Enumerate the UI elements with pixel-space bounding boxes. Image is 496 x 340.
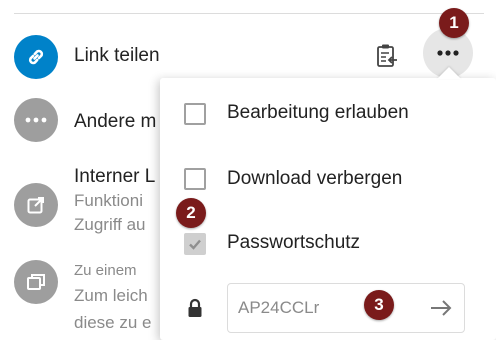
- lock-icon: [187, 298, 203, 323]
- password-protect-checkbox[interactable]: [184, 233, 206, 255]
- copy-to-clipboard-button[interactable]: [374, 42, 400, 70]
- other-shares-label[interactable]: Andere m: [74, 111, 156, 133]
- password-submit-button[interactable]: [428, 295, 454, 321]
- window-icon[interactable]: [14, 260, 58, 304]
- clipboard-icon: [377, 44, 397, 67]
- separator-line: [14, 13, 484, 14]
- more-icon[interactable]: [14, 98, 58, 142]
- step-badge-2: 2: [176, 198, 206, 228]
- step-badge-1: 1: [439, 8, 469, 38]
- popover-arrow: [437, 67, 461, 79]
- hide-download-checkbox[interactable]: [184, 168, 206, 190]
- link-icon[interactable]: [14, 35, 58, 79]
- info-line2: Zum leich: [74, 286, 148, 305]
- internal-link-title: Interner L: [74, 166, 156, 187]
- internal-link-desc-line1: Funktioni: [74, 191, 143, 210]
- share-link-label[interactable]: Link teilen: [74, 45, 160, 67]
- external-link-icon[interactable]: [14, 183, 58, 227]
- allow-editing-checkbox[interactable]: [184, 103, 206, 125]
- internal-link-desc-line2: Zugriff au: [74, 215, 146, 234]
- password-input[interactable]: AP24CCLr: [227, 283, 465, 333]
- password-protect-label[interactable]: Passwortschutz: [227, 232, 360, 254]
- more-icon: [437, 50, 459, 56]
- check-icon: [189, 239, 201, 250]
- allow-editing-label[interactable]: Bearbeitung erlauben: [227, 102, 409, 124]
- hide-download-label[interactable]: Download verbergen: [227, 168, 402, 190]
- step-badge-3: 3: [364, 290, 394, 320]
- arrow-right-icon: [431, 300, 452, 316]
- info-line3: diese zu e: [74, 313, 152, 332]
- info-line1: Zu einem: [74, 262, 137, 279]
- password-value: AP24CCLr: [238, 298, 320, 317]
